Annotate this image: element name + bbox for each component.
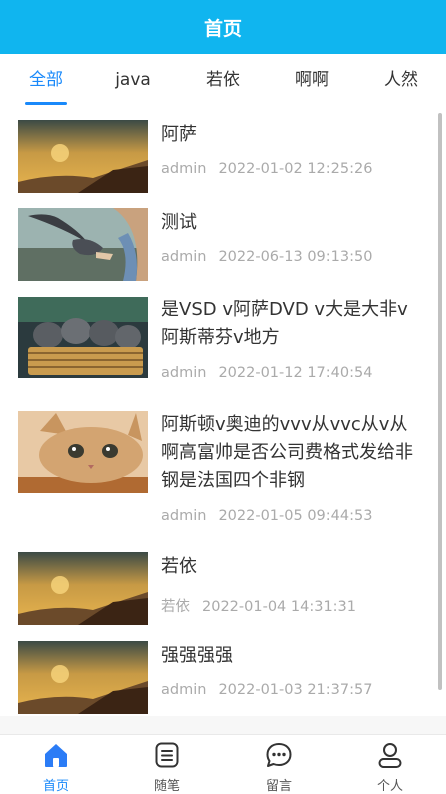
tab-ruoyi[interactable]: 若依 [206,54,240,106]
active-tab-indicator [25,102,67,105]
article-meta: admin 2022-01-03 21:37:57 [161,682,372,698]
article-author: admin [161,365,207,381]
article-author: admin [161,508,207,524]
article-meta: admin 2022-01-05 09:44:53 [161,508,372,524]
article-author: admin [161,682,207,698]
article-thumbnail [18,120,148,193]
tabbar-label: 留言 [265,779,292,794]
article-date: 2022-01-05 09:44:53 [218,508,373,524]
article-title: 阿萨 [161,124,197,145]
article-thumbnail [18,208,148,281]
article-title: 若依 [161,556,197,577]
note-icon [155,742,179,768]
page-title: 首页 [203,17,242,40]
article-author: admin [161,161,207,177]
list-scrollbar[interactable] [438,113,442,690]
article-date: 2022-01-12 17:40:54 [218,365,373,381]
article-meta: 若依 2022-01-04 14:31:31 [161,595,356,616]
tabbar-notes[interactable]: 随笔 [127,735,207,794]
article-author: admin [161,249,207,265]
list-bottom-spacer [0,716,446,734]
article-item[interactable]: 阿斯顿v奥迪的vvv从vvc从v从啊高富帅是否公司费格式发给非钢是法国四个非钢 … [18,411,428,541]
article-meta: admin 2022-01-02 12:25:26 [161,161,372,177]
article-title: 强强强强 [161,645,233,666]
article-meta: admin 2022-06-13 09:13:50 [161,249,372,265]
tab-aa[interactable]: 啊啊 [295,54,329,106]
article-thumbnail [18,297,148,378]
bottom-tabbar: 首页 随笔 留言 个人 [0,734,446,794]
article-author: 若依 [161,599,190,615]
tab-all[interactable]: 全部 [29,54,63,106]
tabbar-label: 随笔 [153,779,180,794]
article-item[interactable]: 是VSD v阿萨DVD v大是大非v阿斯蒂芬v地方 admin 2022-01-1… [18,296,428,401]
article-date: 2022-01-02 12:25:26 [218,161,373,177]
article-date: 2022-01-03 21:37:57 [218,682,373,698]
user-icon [378,743,402,768]
article-date: 2022-01-04 14:31:31 [202,599,356,615]
article-meta: admin 2022-01-12 17:40:54 [161,365,372,381]
tab-java[interactable]: java [115,54,151,106]
tabbar-label: 个人 [376,779,403,794]
header-bar: 首页 [0,0,446,54]
article-item[interactable]: 强强强强 admin 2022-01-03 21:37:57 [18,641,428,716]
tab-renran[interactable]: 人然 [384,54,418,106]
article-thumbnail [18,552,148,625]
article-thumbnail [18,641,148,714]
tabbar-label: 首页 [42,779,69,794]
article-title: 阿斯顿v奥迪的vvv从vvc从v从啊高富帅是否公司费格式发给非钢是法国四个非钢 [161,414,413,491]
tabbar-profile[interactable]: 个人 [350,735,430,794]
tabbar-home[interactable]: 首页 [16,735,96,794]
message-icon [266,743,292,767]
article-list: 阿萨 admin 2022-01-02 12:25:26 测试 admin 2022… [0,106,446,716]
article-item[interactable]: 若依 若依 2022-01-04 14:31:31 [18,552,428,632]
article-item[interactable]: 测试 admin 2022-06-13 09:13:50 [18,208,428,288]
article-title: 测试 [161,212,197,233]
article-title: 是VSD v阿萨DVD v大是大非v阿斯蒂芬v地方 [161,299,408,348]
article-date: 2022-06-13 09:13:50 [218,249,373,265]
article-item[interactable]: 阿萨 admin 2022-01-02 12:25:26 [18,120,428,200]
category-tabs: 全部 java 若依 啊啊 人然 [0,54,446,106]
tabbar-messages[interactable]: 留言 [239,735,319,794]
article-thumbnail [18,411,148,493]
home-icon [45,744,67,767]
